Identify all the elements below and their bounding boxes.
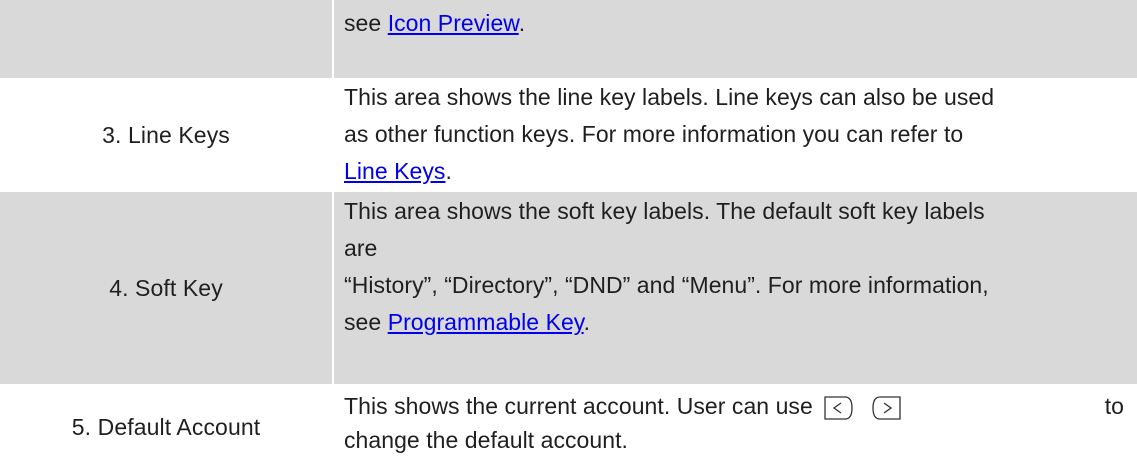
description-line: change the default account. <box>344 427 628 453</box>
text-suffix: . <box>583 309 591 335</box>
right-arrow-key-icon <box>870 394 902 422</box>
description-line: Line Keys. <box>344 153 1124 190</box>
description-line: This area shows the line key labels. Lin… <box>344 84 995 110</box>
description-text: This shows the current account. User can… <box>344 393 813 419</box>
row-label: 4. Soft Key <box>109 274 223 301</box>
row-label: 5. Default Account <box>71 413 261 440</box>
icon-preview-link[interactable]: Icon Preview <box>388 10 519 36</box>
description-line: “History”, “Directory”, “DND” and “Menu”… <box>344 272 989 298</box>
table-row: 3. Line Keys This area shows the line ke… <box>0 80 1137 192</box>
description-line: see Icon Preview. <box>344 5 1124 42</box>
programmable-key-link[interactable]: Programmable Key <box>388 309 584 335</box>
description-line: as other function keys. For more informa… <box>344 121 964 147</box>
line-keys-link[interactable]: Line Keys <box>344 158 445 184</box>
table-row: 4. Soft Key This area shows the soft key… <box>0 192 1137 386</box>
description-line: This shows the current account. User can… <box>344 389 1124 423</box>
column-divider <box>332 386 334 468</box>
description-line: are <box>344 235 378 261</box>
description-line: This area shows the soft key labels. The… <box>344 198 985 224</box>
table-row: see Icon Preview. <box>0 0 1137 80</box>
row-description: This shows the current account. User can… <box>344 389 1124 471</box>
row-label <box>0 0 332 78</box>
column-divider <box>332 192 334 384</box>
column-divider <box>332 0 334 78</box>
text-suffix: . <box>518 10 526 36</box>
row-label: 3. Line Keys <box>102 121 230 148</box>
description-line: see Programmable Key. <box>344 304 1124 341</box>
line-end: to <box>1104 393 1124 419</box>
line-start: This shows the current account. User can… <box>344 389 906 423</box>
text-suffix: . <box>445 158 452 184</box>
row-description: This area shows the line key labels. Lin… <box>344 79 1124 189</box>
table-row: 5. Default Account This shows the curren… <box>0 386 1137 468</box>
description-table: see Icon Preview. 3. Line Keys This area… <box>0 0 1137 468</box>
column-divider <box>332 80 334 190</box>
text-prefix: see <box>344 309 388 335</box>
row-description: This area shows the soft key labels. The… <box>344 193 1124 385</box>
text-prefix: see <box>344 10 388 36</box>
left-arrow-key-icon <box>823 394 855 422</box>
row-description: see Icon Preview. <box>344 5 1124 83</box>
